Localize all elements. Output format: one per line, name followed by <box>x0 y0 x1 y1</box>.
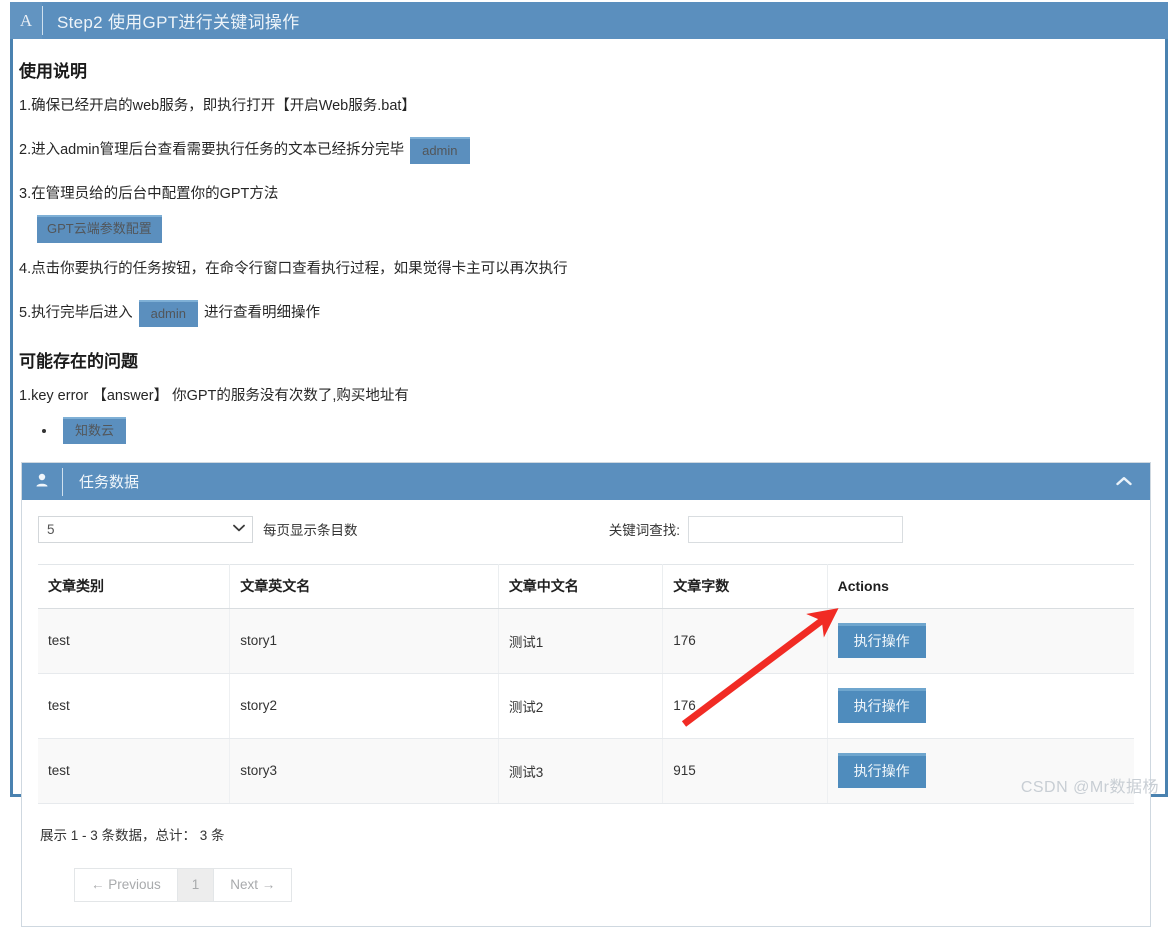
table-row: test story2 测试2 176 执行操作 <box>38 674 1134 739</box>
task-data-table: 文章类别 文章英文名 文章中文名 文章字数 Actions test story… <box>38 564 1134 804</box>
column-header-actions[interactable]: Actions <box>827 565 1134 609</box>
instruction-step-3-text: 3.在管理员给的后台中配置你的GPT方法 <box>19 184 278 205</box>
pagination-previous[interactable]: ← Previous <box>75 869 178 901</box>
search-input[interactable] <box>688 516 903 543</box>
table-row: test story1 测试1 176 执行操作 <box>38 609 1134 674</box>
list-item: 知数云 <box>57 417 1165 444</box>
column-header-en-name[interactable]: 文章英文名 <box>230 565 499 609</box>
task-data-panel: 任务数据 5 每页显示条目 <box>21 462 1151 927</box>
pagination-page-1[interactable]: 1 <box>178 869 215 901</box>
cell-en-name: story2 <box>230 674 499 739</box>
cell-cn-name: 测试1 <box>498 609 662 674</box>
gpt-cloud-config-button[interactable]: GPT云端参数配置 <box>37 215 162 243</box>
chevron-up-icon[interactable] <box>1116 476 1132 487</box>
cell-word-count: 176 <box>663 609 827 674</box>
datatable-filter: 关键词查找: <box>609 516 903 543</box>
problems-heading: 可能存在的问题 <box>19 347 1165 372</box>
instruction-step-2: 2.进入admin管理后台查看需要执行任务的文本已经拆分完毕 admin <box>19 137 1165 164</box>
problems-list: 知数云 <box>37 417 1165 444</box>
cell-actions: 执行操作 <box>827 739 1134 804</box>
datatable-info: 展示 1 - 3 条数据，总计： 3 条 <box>40 824 1134 844</box>
admin-link-badge-1[interactable]: admin <box>410 137 469 164</box>
chevron-down-icon <box>233 521 245 535</box>
execute-action-button[interactable]: 执行操作 <box>838 688 926 723</box>
page-title: Step2 使用GPT进行关键词操作 <box>43 8 300 33</box>
cell-cn-name: 测试3 <box>498 739 662 804</box>
execute-action-button[interactable]: 执行操作 <box>838 753 926 788</box>
problem-item-1-text: 1.key error 【answer】 你GPT的服务没有次数了,购买地址有 <box>19 386 409 407</box>
instruction-step-4: 4.点击你要执行的任务按钮，在命令行窗口查看执行过程，如果觉得卡主可以再次执行 <box>19 259 1165 280</box>
admin-link-badge-2[interactable]: admin <box>139 300 198 327</box>
gpt-config-row: GPT云端参数配置 <box>19 215 1165 249</box>
cell-word-count: 915 <box>663 739 827 804</box>
page-length-value: 5 <box>47 522 55 537</box>
cell-category: test <box>38 674 230 739</box>
instruction-step-5-text-a: 5.执行完毕后进入 <box>19 303 133 324</box>
instructions-heading: 使用说明 <box>19 57 1165 82</box>
main-content: 使用说明 1.确保已经开启的web服务，即执行打开【开启Web服务.bat】 2… <box>13 39 1165 927</box>
user-icon <box>22 473 62 490</box>
app-titlebar: A Step2 使用GPT进行关键词操作 <box>10 2 1168 39</box>
cell-actions: 执行操作 <box>827 609 1134 674</box>
app-logo: A <box>10 2 42 39</box>
table-body: test story1 测试1 176 执行操作 test story2 测试2… <box>38 609 1134 804</box>
column-header-cn-name[interactable]: 文章中文名 <box>498 565 662 609</box>
pagination-next[interactable]: Next → <box>214 869 291 901</box>
cell-actions: 执行操作 <box>827 674 1134 739</box>
page-length-label: 每页显示条目数 <box>263 519 358 539</box>
datatable-toolbar: 5 每页显示条目数 关键词查找: <box>38 514 1134 544</box>
cell-en-name: story3 <box>230 739 499 804</box>
cell-cn-name: 测试2 <box>498 674 662 739</box>
table-head: 文章类别 文章英文名 文章中文名 文章字数 Actions <box>38 565 1134 609</box>
execute-action-button[interactable]: 执行操作 <box>838 623 926 658</box>
zhishuyun-link-badge[interactable]: 知数云 <box>63 417 126 444</box>
instruction-step-5: 5.执行完毕后进入 admin 进行查看明细操作 <box>19 300 1165 327</box>
cell-word-count: 176 <box>663 674 827 739</box>
column-header-category[interactable]: 文章类别 <box>38 565 230 609</box>
column-header-word-count[interactable]: 文章字数 <box>663 565 827 609</box>
search-label: 关键词查找: <box>609 519 680 539</box>
instruction-step-1: 1.确保已经开启的web服务，即执行打开【开启Web服务.bat】 <box>19 96 1165 117</box>
panel-header: 任务数据 <box>22 463 1150 500</box>
table-row: test story3 测试3 915 执行操作 <box>38 739 1134 804</box>
table-header-row: 文章类别 文章英文名 文章中文名 文章字数 Actions <box>38 565 1134 609</box>
page-length-select[interactable]: 5 <box>38 516 253 543</box>
panel-body: 5 每页显示条目数 关键词查找: <box>22 500 1150 926</box>
datatable-length-control: 5 每页显示条目数 <box>38 516 358 543</box>
cell-en-name: story1 <box>230 609 499 674</box>
instruction-step-4-text: 4.点击你要执行的任务按钮，在命令行窗口查看执行过程，如果觉得卡主可以再次执行 <box>19 259 568 280</box>
instruction-step-5-text-b: 进行查看明细操作 <box>204 303 320 324</box>
instruction-step-2-text: 2.进入admin管理后台查看需要执行任务的文本已经拆分完毕 <box>19 140 404 161</box>
instruction-step-1-text: 1.确保已经开启的web服务，即执行打开【开启Web服务.bat】 <box>19 96 416 117</box>
panel-title: 任务数据 <box>63 471 139 492</box>
problem-item-1: 1.key error 【answer】 你GPT的服务没有次数了,购买地址有 <box>19 386 1165 407</box>
cell-category: test <box>38 739 230 804</box>
cell-category: test <box>38 609 230 674</box>
pagination: ← Previous 1 Next → <box>74 868 292 902</box>
instruction-step-3: 3.在管理员给的后台中配置你的GPT方法 <box>19 184 1165 205</box>
